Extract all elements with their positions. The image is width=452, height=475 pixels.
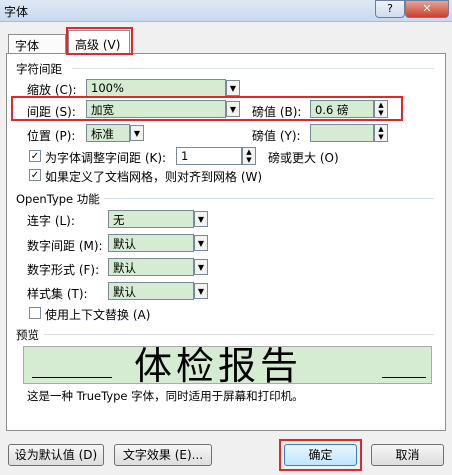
position-by-input[interactable] bbox=[310, 124, 374, 142]
divider bbox=[44, 334, 434, 335]
close-button[interactable]: ✕ bbox=[405, 0, 449, 18]
preview-box: 体检报告 bbox=[23, 346, 432, 384]
preview-baseline-left bbox=[32, 377, 112, 378]
num-spacing-dropdown-icon[interactable]: ▼ bbox=[194, 235, 208, 251]
divider bbox=[104, 198, 434, 199]
divider bbox=[72, 68, 434, 69]
stylistic-combo[interactable]: 默认 bbox=[108, 282, 194, 300]
preview-sample: 体检报告 bbox=[134, 346, 303, 384]
scale-combo[interactable]: 100% bbox=[86, 79, 226, 97]
num-forms-label: 数字形式 (F): bbox=[27, 263, 100, 277]
position-label: 位置 (P): bbox=[27, 129, 76, 143]
grid-label: 如果定义了文档网格，则对齐到网格 (W) bbox=[45, 170, 263, 184]
contextual-checkbox[interactable] bbox=[29, 307, 41, 319]
help-button[interactable]: ? bbox=[375, 0, 405, 18]
grid-checkbox[interactable]: ✓ bbox=[29, 169, 41, 181]
scale-dropdown-icon[interactable]: ▼ bbox=[226, 80, 240, 96]
cancel-button[interactable]: 取消 bbox=[371, 444, 444, 466]
kerning-suffix: 磅或更大 (O) bbox=[268, 151, 339, 165]
ligatures-dropdown-icon[interactable]: ▼ bbox=[194, 211, 208, 227]
preview-baseline-right bbox=[382, 377, 426, 378]
kerning-input[interactable]: 1 bbox=[176, 147, 242, 165]
text-effects-button[interactable]: 文字效果 (E)... bbox=[114, 444, 212, 466]
contextual-label: 使用上下文替换 (A) bbox=[45, 308, 151, 322]
num-forms-dropdown-icon[interactable]: ▼ bbox=[194, 259, 208, 275]
position-by-label: 磅值 (Y): bbox=[252, 129, 301, 143]
stylistic-dropdown-icon[interactable]: ▼ bbox=[194, 283, 208, 299]
stylistic-label: 样式集 (T): bbox=[27, 287, 88, 301]
window-title: 字体 bbox=[4, 5, 29, 19]
spacing-label: 间距 (S): bbox=[27, 105, 76, 119]
position-by-spinner-icon[interactable]: ▲ ▼ bbox=[374, 124, 388, 142]
highlight-advanced-tab bbox=[66, 27, 133, 55]
num-spacing-combo[interactable]: 默认 bbox=[108, 234, 194, 252]
spacing-by-spinner-icon[interactable]: ▲ ▼ bbox=[374, 100, 388, 118]
set-default-button[interactable]: 设为默认值 (D) bbox=[8, 444, 104, 466]
ok-button[interactable]: 确定 bbox=[284, 444, 357, 466]
kerning-label: 为字体调整字间距 (K): bbox=[45, 151, 167, 165]
kerning-spinner-icon[interactable]: ▲ ▼ bbox=[242, 147, 256, 165]
spacing-combo[interactable]: 加宽 bbox=[86, 100, 226, 118]
spacing-by-label: 磅值 (B): bbox=[252, 105, 302, 119]
num-spacing-label: 数字间距 (M): bbox=[27, 239, 103, 253]
ligatures-combo[interactable]: 无 bbox=[108, 210, 194, 228]
spacing-by-input[interactable]: 0.6 磅 bbox=[310, 100, 374, 118]
spacing-dropdown-icon[interactable]: ▼ bbox=[226, 101, 240, 117]
preview-heading: 预览 bbox=[16, 328, 39, 342]
tab-font[interactable]: 字体 (N) bbox=[8, 34, 66, 68]
opentype-heading: OpenType 功能 bbox=[16, 192, 100, 206]
char-spacing-heading: 字符间距 bbox=[16, 62, 62, 76]
ligatures-label: 连字 (L): bbox=[27, 214, 75, 228]
kerning-checkbox[interactable]: ✓ bbox=[29, 150, 41, 162]
preview-description: 这是一种 TrueType 字体，同时适用于屏幕和打印机。 bbox=[27, 389, 304, 403]
position-dropdown-icon[interactable]: ▼ bbox=[130, 125, 144, 141]
position-combo[interactable]: 标准 bbox=[86, 124, 130, 142]
num-forms-combo[interactable]: 默认 bbox=[108, 258, 194, 276]
